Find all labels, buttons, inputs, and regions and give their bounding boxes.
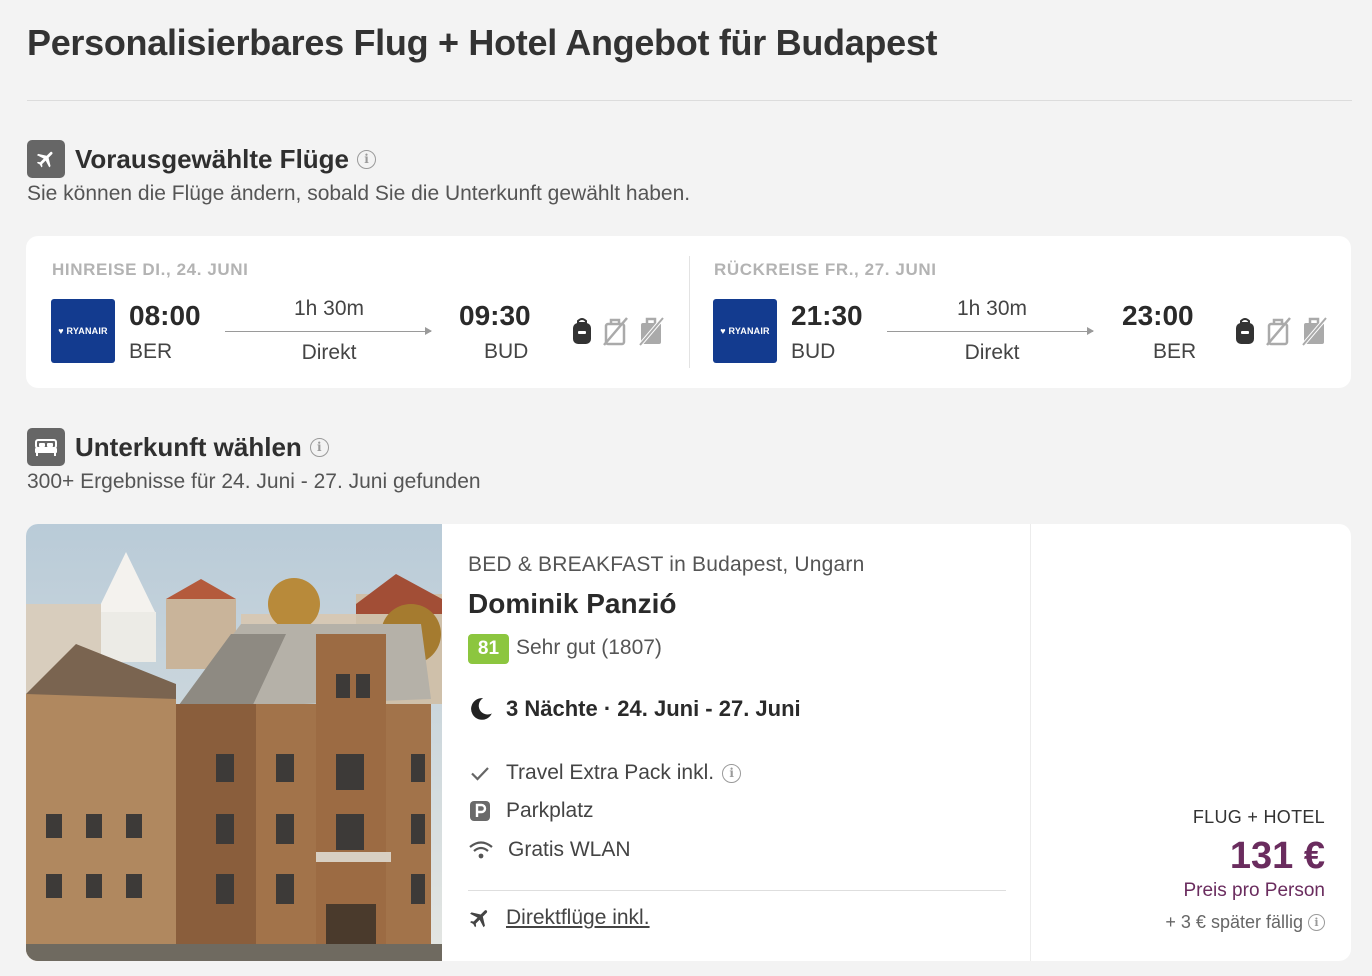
direct-flights-row: Direktflüge inkl. xyxy=(468,906,650,930)
no-checked-bag-icon xyxy=(1301,316,1328,346)
info-icon[interactable]: i xyxy=(309,437,329,457)
title-divider xyxy=(27,100,1352,101)
flight-duration: 1h 30m xyxy=(293,297,365,320)
flights-section-header: Vorausgewählte Flüge i xyxy=(27,140,377,178)
return-label: RÜCKREISE FR., 27. JUNI xyxy=(714,260,937,279)
accommodation-section-title: Unterkunft wählen xyxy=(75,431,302,462)
outbound-label: HINREISE DI., 24. JUNI xyxy=(52,260,249,279)
parking-icon xyxy=(470,801,490,821)
direct-flights-link[interactable]: Direktflüge inkl. xyxy=(506,906,650,930)
flight-duration: 1h 30m xyxy=(956,297,1028,320)
check-icon xyxy=(471,767,489,781)
hotel-card[interactable]: BED & BREAKFAST in Budapest, Ungarn Domi… xyxy=(26,524,1351,961)
arrival-airport: BER xyxy=(1153,340,1197,363)
amenity-wifi: Gratis WLAN xyxy=(468,838,631,862)
departure-airport: BUD xyxy=(791,340,836,363)
outbound-leg: HINREISE DI., 24. JUNI ♥ RYANAIR 08:00 B… xyxy=(26,236,689,388)
baggage-icons xyxy=(1234,316,1328,346)
flight-stops: Direkt xyxy=(964,341,1020,364)
baggage-icons xyxy=(571,316,665,346)
flights-section-subtitle: Sie können die Flüge ändern, sobald Sie … xyxy=(27,182,691,205)
price-later-due: + 3 € später fällig i xyxy=(1165,912,1325,933)
route-arrow xyxy=(887,327,1094,335)
rating-text: Sehr gut (1807) xyxy=(516,636,662,659)
hotel-name[interactable]: Dominik Panzió xyxy=(468,588,676,620)
flights-section-title: Vorausgewählte Flüge xyxy=(75,143,350,174)
accommodation-section-header: Unterkunft wählen i xyxy=(27,428,329,466)
no-checked-bag-icon xyxy=(638,316,665,346)
hotel-type: BED & BREAKFAST in Budapest, Ungarn xyxy=(468,553,865,576)
ryanair-logo: ♥ RYANAIR xyxy=(51,299,115,363)
stay-dates: 3 Nächte · 24. Juni - 27. Juni xyxy=(506,696,801,721)
moon-icon xyxy=(471,698,492,720)
plane-icon xyxy=(27,140,65,178)
bed-icon xyxy=(27,428,65,466)
arrival-time: 09:30 xyxy=(459,300,531,331)
departure-time: 21:30 xyxy=(791,300,863,331)
info-icon[interactable]: i xyxy=(357,149,377,169)
amenity-parking: Parkplatz xyxy=(468,799,594,823)
info-icon[interactable]: i xyxy=(1308,914,1325,931)
ryanair-logo: ♥ RYANAIR xyxy=(713,299,777,363)
flight-stops: Direkt xyxy=(301,341,357,364)
backpack-icon xyxy=(573,318,591,344)
amenity-travel-extra: Travel Extra Pack inkl. i xyxy=(468,761,742,785)
price-column: FLUG + HOTEL 131 € Preis pro Person + 3 … xyxy=(1030,524,1351,961)
amenity-label: Gratis WLAN xyxy=(508,838,631,861)
page-title: Personalisierbares Flug + Hotel Angebot … xyxy=(27,22,938,63)
hotel-photo[interactable] xyxy=(26,524,442,961)
price-label: FLUG + HOTEL xyxy=(1192,807,1325,827)
return-leg: RÜCKREISE FR., 27. JUNI ♥ RYANAIR 21:30 … xyxy=(689,236,1351,388)
stay-row: 3 Nächte · 24. Juni - 27. Juni xyxy=(468,696,801,722)
departure-time: 08:00 xyxy=(129,300,201,331)
amenity-label: Parkplatz xyxy=(506,799,594,822)
hotel-divider xyxy=(468,890,1006,891)
wifi-icon xyxy=(469,841,493,859)
flight-card[interactable]: HINREISE DI., 24. JUNI ♥ RYANAIR 08:00 B… xyxy=(26,236,1351,388)
info-icon[interactable]: i xyxy=(722,763,742,783)
no-cabin-bag-icon xyxy=(603,317,628,346)
rating-badge: 81 xyxy=(468,634,509,664)
arrival-time: 23:00 xyxy=(1122,300,1194,331)
no-cabin-bag-icon xyxy=(1266,317,1291,346)
arrival-airport: BUD xyxy=(484,340,529,363)
hotel-info: BED & BREAKFAST in Budapest, Ungarn Domi… xyxy=(468,524,1030,961)
departure-airport: BER xyxy=(129,340,173,363)
amenity-label: Travel Extra Pack inkl. xyxy=(506,761,715,784)
route-arrow xyxy=(225,327,432,335)
price-later-text: + 3 € später fällig xyxy=(1165,912,1303,932)
price-per-person: Preis pro Person xyxy=(1183,880,1325,901)
price-value: 131 € xyxy=(1229,835,1325,877)
plane-icon xyxy=(470,910,488,928)
accommodation-section-subtitle: 300+ Ergebnisse für 24. Juni - 27. Juni … xyxy=(27,470,481,493)
backpack-icon xyxy=(1236,318,1254,344)
